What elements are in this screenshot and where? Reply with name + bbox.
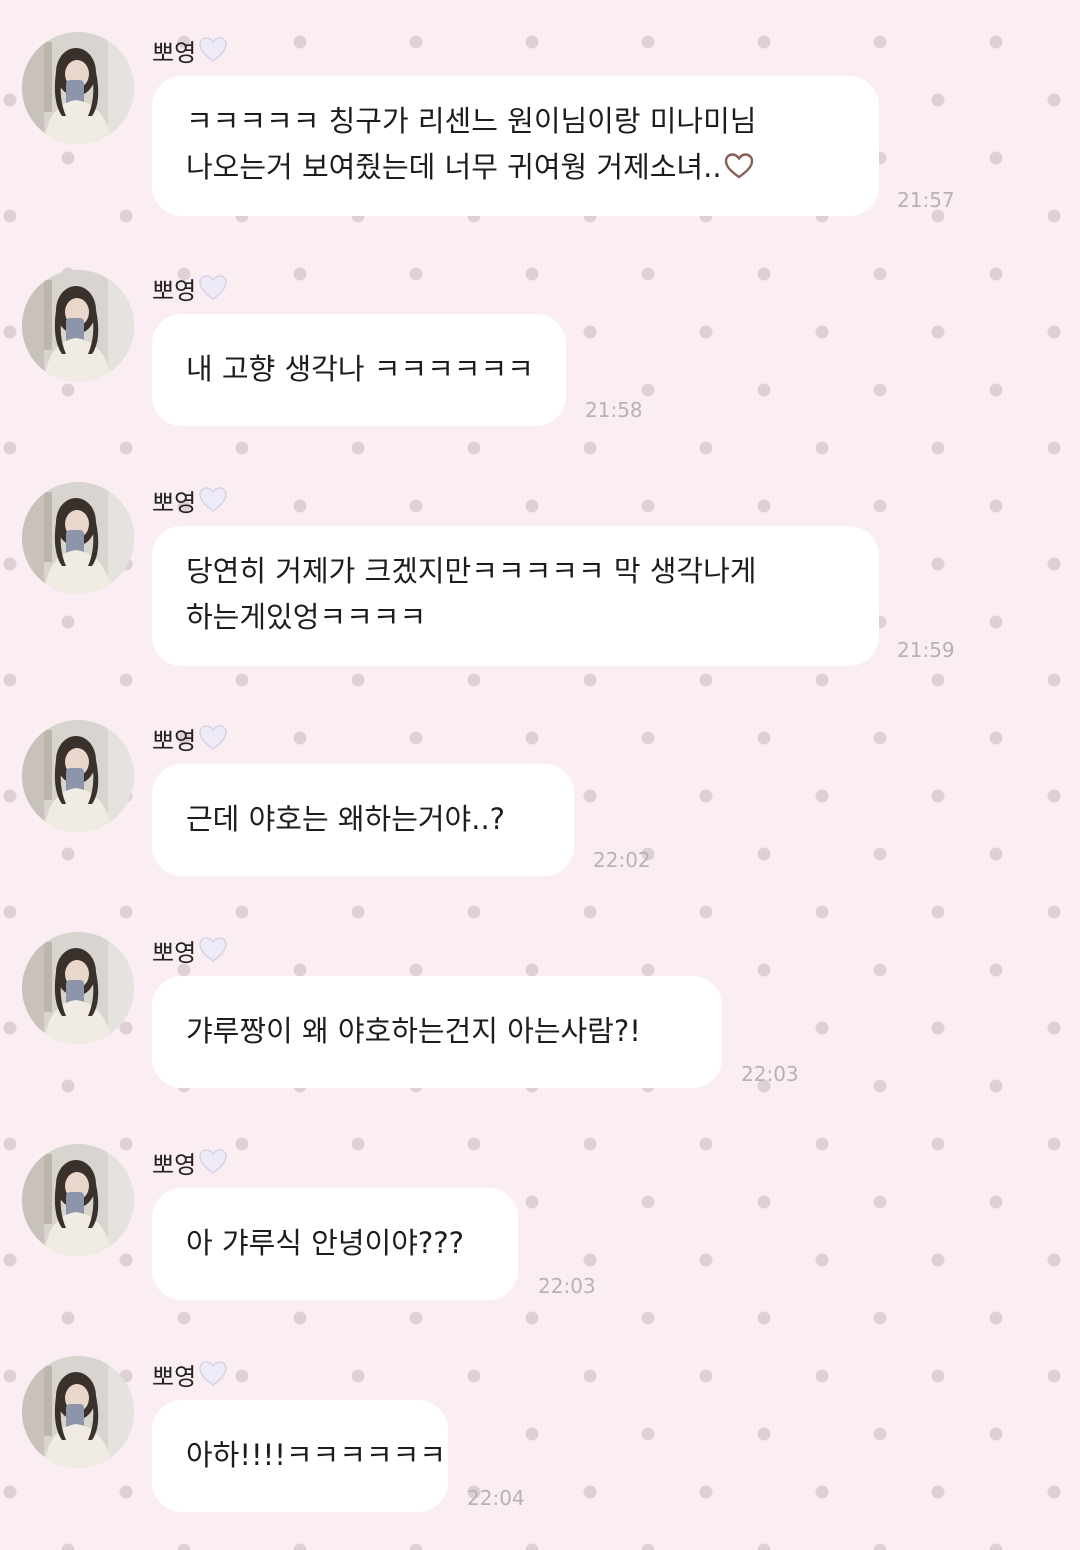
message-text: 나오는거 보여줬는데 너무 귀여웡 거제소녀.. [186, 150, 722, 184]
sender-name-text: 뽀영 [152, 1150, 197, 1179]
sender-name: 뽀영 [152, 268, 228, 308]
message-bubble[interactable]: 근데 야호는 왜하는거야..? [152, 764, 574, 876]
white-heart-icon [198, 1359, 228, 1389]
message-bubble[interactable]: 아 갸루식 안녕이야??? [152, 1188, 518, 1300]
sender-name-text: 뽀영 [152, 38, 197, 67]
message-text: 아하!!!!ㅋㅋㅋㅋㅋㅋ [186, 1438, 446, 1472]
message-bubble[interactable]: 아하!!!!ㅋㅋㅋㅋㅋㅋ [152, 1400, 448, 1512]
sender-name-text: 뽀영 [152, 726, 197, 755]
white-heart-icon [198, 273, 228, 303]
message-text: 당연히 거제가 크겠지만ㅋㅋㅋㅋㅋ 막 생각나게 [186, 554, 757, 588]
avatar-photo [22, 482, 134, 594]
message-timestamp: 21:58 [585, 398, 643, 422]
avatar-photo [22, 1356, 134, 1468]
heart-outline-icon [724, 147, 754, 179]
message-timestamp: 22:04 [467, 1486, 525, 1510]
sender-name: 뽀영 [152, 1142, 228, 1182]
message-bubble[interactable]: 당연히 거제가 크겠지만ㅋㅋㅋㅋㅋ 막 생각나게 하는게있엉ㅋㅋㅋㅋ [152, 526, 879, 666]
avatar-photo [22, 720, 134, 832]
message-bubble[interactable]: 내 고향 생각나 ㅋㅋㅋㅋㅋㅋ [152, 314, 566, 426]
white-heart-icon [198, 485, 228, 515]
white-heart-icon [198, 35, 228, 65]
message-timestamp: 22:02 [593, 848, 651, 872]
sender-name: 뽀영 [152, 718, 228, 758]
sender-name: 뽀영 [152, 30, 228, 70]
white-heart-icon [198, 935, 228, 965]
message-text: 하는게있엉ㅋㅋㅋㅋ [186, 600, 427, 634]
chat-message-list[interactable]: 뽀영 ㅋㅋㅋㅋㅋ 칭구가 리센느 원이님이랑 미나미님 나오는거 보여줬는데 너… [0, 0, 1080, 1550]
message-bubble[interactable]: 갸루짱이 왜 야호하는건지 아는사람?! [152, 976, 722, 1088]
avatar[interactable] [22, 1356, 134, 1468]
message-timestamp: 21:59 [897, 638, 955, 662]
sender-name: 뽀영 [152, 930, 228, 970]
sender-name-text: 뽀영 [152, 276, 197, 305]
message-text-line: 나오는거 보여줬는데 너무 귀여웡 거제소녀.. [186, 144, 845, 190]
message-text: ㅋㅋㅋㅋㅋ 칭구가 리센느 원이님이랑 미나미님 [186, 104, 757, 138]
avatar-photo [22, 932, 134, 1044]
avatar[interactable] [22, 932, 134, 1044]
message-text: 아 갸루식 안녕이야??? [186, 1226, 465, 1260]
white-heart-icon [198, 1147, 228, 1177]
avatar[interactable] [22, 32, 134, 144]
sender-name: 뽀영 [152, 480, 228, 520]
message-timestamp: 22:03 [741, 1062, 799, 1086]
avatar-photo [22, 1144, 134, 1256]
message-bubble[interactable]: ㅋㅋㅋㅋㅋ 칭구가 리센느 원이님이랑 미나미님 나오는거 보여줬는데 너무 귀… [152, 76, 879, 216]
white-heart-icon [198, 723, 228, 753]
avatar-photo [22, 270, 134, 382]
sender-name-text: 뽀영 [152, 488, 197, 517]
message-text: 갸루짱이 왜 야호하는건지 아는사람?! [186, 1014, 641, 1048]
avatar[interactable] [22, 720, 134, 832]
message-text: 내 고향 생각나 ㅋㅋㅋㅋㅋㅋ [186, 352, 534, 386]
avatar-photo [22, 32, 134, 144]
sender-name-text: 뽀영 [152, 938, 197, 967]
message-text: 근데 야호는 왜하는거야..? [186, 802, 506, 836]
avatar[interactable] [22, 1144, 134, 1256]
message-timestamp: 22:03 [538, 1274, 596, 1298]
sender-name: 뽀영 [152, 1354, 228, 1394]
sender-name-text: 뽀영 [152, 1362, 197, 1391]
avatar[interactable] [22, 482, 134, 594]
message-timestamp: 21:57 [897, 188, 955, 212]
avatar[interactable] [22, 270, 134, 382]
